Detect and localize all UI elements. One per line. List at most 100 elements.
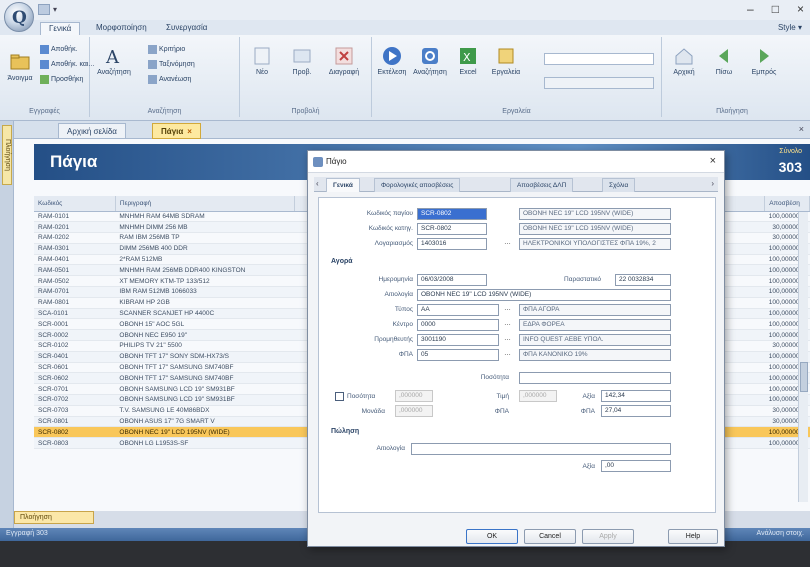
- chevron-down-icon[interactable]: ▾: [53, 4, 61, 15]
- vat-description: ΦΠΑ ΚΑΝΟΝΙΚΟ 19%: [519, 349, 671, 361]
- supplier-field[interactable]: 3001190: [417, 334, 499, 346]
- status-right[interactable]: Ανάλυση στοιχ.: [757, 530, 804, 537]
- dialog-tab-tax-depreciation[interactable]: Φορολογικές αποσβέσεις: [374, 178, 461, 192]
- close-button[interactable]: ×: [797, 2, 804, 16]
- dialog-tab-general[interactable]: Γενικά: [326, 178, 360, 192]
- document-tabs: Αρχική σελίδα Πάγια × ×: [14, 121, 810, 139]
- cell-description: MNHMH DIMM 256 MB: [115, 221, 295, 234]
- cell-description: OBONH TFT 17" SAMSUNG SM740BF: [115, 362, 295, 374]
- save-new-button[interactable]: Αποθήκ. και...: [40, 58, 94, 70]
- new-view-button[interactable]: Νέο: [244, 45, 280, 76]
- style-menu[interactable]: Style ▾: [778, 23, 802, 32]
- run-button[interactable]: Εκτέλεση: [374, 45, 410, 76]
- sort-button[interactable]: Ταξινόμηση: [148, 58, 195, 70]
- vat-lookup-icon[interactable]: …: [503, 349, 512, 361]
- asset-code-field[interactable]: SCR-0802: [417, 208, 487, 220]
- branch-field[interactable]: 0000: [417, 319, 499, 331]
- tools-button[interactable]: Εργαλεία: [488, 45, 524, 76]
- type-field[interactable]: ΑΑ: [417, 304, 499, 316]
- back-button[interactable]: Πίσω: [706, 45, 742, 76]
- paging-bar[interactable]: Πλοήγηση: [14, 511, 94, 524]
- column-header-code[interactable]: Κωδικός: [34, 196, 116, 212]
- account-lookup-icon[interactable]: …: [503, 238, 512, 250]
- delete-button[interactable]: Διαγραφή: [326, 45, 362, 76]
- sort-label: Ταξινόμηση: [159, 60, 195, 68]
- main-code-field[interactable]: SCR-0802: [417, 223, 487, 235]
- unit-field[interactable]: ,000000: [395, 405, 433, 417]
- forward-button[interactable]: Εμπρός: [746, 45, 782, 76]
- quantity-value-field[interactable]: ,000000: [395, 390, 433, 402]
- price-field[interactable]: ,000000: [519, 390, 557, 402]
- sale-value-field[interactable]: ,00: [601, 460, 671, 472]
- criteria-button[interactable]: Κριτήριο: [148, 43, 185, 55]
- preview-button[interactable]: Προβ.: [284, 45, 320, 76]
- account-field[interactable]: 1403016: [417, 238, 487, 250]
- purchase-date-label: Ημερομηνία: [378, 276, 413, 283]
- refresh-label: Ανανέωση: [159, 75, 192, 83]
- find-button[interactable]: Αναζήτηση: [412, 45, 448, 76]
- svg-text:A: A: [105, 47, 120, 67]
- delete-icon: [335, 47, 353, 65]
- purchase-reason-field[interactable]: OBONH NEC 19" LCD 195NV (WIDE): [417, 289, 671, 301]
- cell-code: RAM-0201: [34, 221, 116, 234]
- navigation-pane-toggle[interactable]: Πλοήγηση: [2, 125, 12, 185]
- dialog-close-button[interactable]: ×: [710, 155, 716, 167]
- search-button[interactable]: A Αναζήτηση: [96, 45, 132, 76]
- refresh-button[interactable]: Ανανέωση: [148, 73, 191, 85]
- maximize-button[interactable]: □: [772, 2, 779, 16]
- table-scrollbar[interactable]: [798, 212, 808, 502]
- close-tab-icon[interactable]: ×: [187, 127, 192, 136]
- cell-description: OBONH 15" AOC 5GL: [115, 318, 295, 331]
- application-menu-button[interactable]: Q: [4, 2, 34, 32]
- type-lookup-icon[interactable]: …: [503, 304, 512, 316]
- tab-fixed-assets[interactable]: Πάγια ×: [152, 123, 201, 139]
- column-header-description[interactable]: Περιγραφή: [115, 196, 296, 212]
- help-button[interactable]: Help: [668, 529, 718, 544]
- close-doc-icon[interactable]: ×: [799, 124, 804, 134]
- disk-icon: [40, 44, 49, 54]
- save-button[interactable]: Αποθήκ.: [40, 43, 78, 55]
- column-header-depreciation[interactable]: Αποσβέση: [764, 196, 810, 212]
- dialog-tab-comments[interactable]: Σχόλια: [602, 178, 636, 192]
- quantity-checkbox[interactable]: [335, 392, 344, 401]
- vat-field[interactable]: 05: [417, 349, 499, 361]
- excel-button[interactable]: X Excel: [450, 45, 486, 76]
- cancel-button[interactable]: Cancel: [524, 529, 576, 544]
- branch-lookup-icon[interactable]: …: [503, 319, 512, 331]
- account-description: ΗΛΕΚΤΡΟΝΙΚΟΙ ΥΠΟΛΟΓΙΣΤΕΣ ΦΠΑ 19%, 2: [519, 238, 671, 250]
- home-nav-button[interactable]: Αρχική: [666, 45, 702, 76]
- quantity-field[interactable]: [519, 372, 671, 384]
- value-field[interactable]: 142,34: [601, 390, 671, 402]
- tab-general[interactable]: Γενικά: [40, 22, 81, 36]
- arrow-left-icon: [719, 49, 728, 63]
- cell-code: SCR-0803: [34, 437, 116, 450]
- supplier-lookup-icon[interactable]: …: [503, 334, 512, 346]
- branch-description: ΕΔΡΑ ΦΟΡΕΑ: [519, 319, 671, 331]
- add-button[interactable]: Προσθήκη: [40, 73, 83, 85]
- main-code-label: Κωδικός κατηγ.: [368, 225, 413, 232]
- tools-combo[interactable]: [544, 53, 654, 65]
- ok-button[interactable]: OK: [466, 529, 518, 544]
- chevron-right-icon[interactable]: ›: [711, 179, 714, 188]
- scrollbar-thumb[interactable]: [800, 362, 808, 392]
- reload-icon: [422, 48, 438, 64]
- chevron-left-icon[interactable]: ‹: [316, 179, 319, 188]
- purchase-date-field[interactable]: 06/03/2008: [417, 274, 487, 286]
- tab-collaboration[interactable]: Συνεργασία: [158, 22, 215, 36]
- tab-home-page[interactable]: Αρχική σελίδα: [58, 123, 126, 139]
- ribbon: Άνοιγμα Αποθήκ. Αποθήκ. και... Προσθήκη …: [0, 35, 810, 121]
- format-combo[interactable]: [544, 77, 654, 89]
- purchase-section-title: Αγορά: [331, 258, 353, 265]
- dialog-tab-ias-depreciation[interactable]: Αποσβέσεις ΔΛΠ: [510, 178, 574, 192]
- vat-total-field[interactable]: 27,04: [601, 405, 671, 417]
- sale-reason-field[interactable]: [411, 443, 671, 455]
- apply-button[interactable]: Apply: [582, 529, 634, 544]
- cell-code: SCR-0601: [34, 362, 116, 374]
- open-button[interactable]: Άνοιγμα: [2, 51, 38, 82]
- tab-format[interactable]: Μορφοποίηση: [88, 22, 155, 36]
- minimize-button[interactable]: –: [747, 2, 754, 16]
- cell-code: SCR-0703: [34, 405, 116, 417]
- document-field[interactable]: 22 0032834: [615, 274, 671, 286]
- save-icon[interactable]: [38, 4, 50, 15]
- cell-description: KIBRAM HP 2GB: [115, 297, 295, 309]
